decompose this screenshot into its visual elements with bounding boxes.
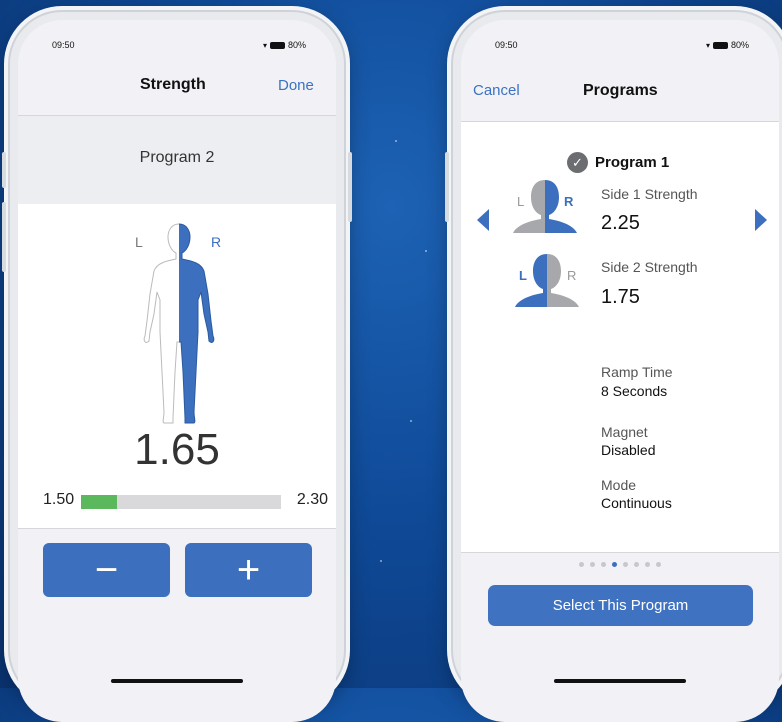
- page-title: Programs: [583, 82, 658, 99]
- range-max-label: 2.30: [296, 491, 328, 508]
- cancel-button[interactable]: Cancel: [473, 82, 520, 99]
- next-program-arrow-icon[interactable]: [755, 209, 767, 231]
- select-program-button[interactable]: Select This Program: [488, 585, 753, 626]
- strength-phone: 09:50 ▾ 80% Strength Done Program 2 L R: [2, 12, 352, 722]
- program-card: ✓ Program 1 L R Side 1 Strength 2.25 L R…: [461, 121, 779, 553]
- increase-button[interactable]: +: [185, 543, 312, 597]
- side1-strength-value: 2.25: [601, 212, 640, 234]
- battery-percent: 80%: [287, 40, 306, 50]
- side2-strength-value: 1.75: [601, 286, 640, 308]
- strength-screen: 09:50 ▾ 80% Strength Done Program 2 L R: [18, 20, 336, 722]
- page-indicator[interactable]: [461, 562, 779, 567]
- side1-right-label: R: [564, 194, 574, 209]
- page-dot[interactable]: [645, 562, 650, 567]
- page-dot[interactable]: [634, 562, 639, 567]
- magnet-value: Disabled: [601, 442, 656, 458]
- strength-value: 1.65: [134, 425, 220, 474]
- page-dot[interactable]: [590, 562, 595, 567]
- magnet-label: Magnet: [601, 424, 648, 440]
- wifi-icon: ▾: [705, 40, 710, 50]
- page-dot[interactable]: [623, 562, 628, 567]
- mode-value: Continuous: [601, 495, 672, 511]
- background-sparkle: [425, 250, 427, 252]
- check-icon: ✓: [567, 152, 588, 173]
- page-title: Strength: [140, 76, 206, 93]
- done-button[interactable]: Done: [278, 77, 314, 94]
- mode-label: Mode: [601, 477, 637, 493]
- side-button: [2, 202, 6, 272]
- body-figure-icon: [143, 223, 215, 424]
- background-sparkle: [410, 420, 412, 422]
- plus-icon: +: [236, 548, 261, 592]
- page-dot[interactable]: [601, 562, 606, 567]
- programs-phone: 09:50 ▾ 80% Cancel Programs ✓ Program 1: [445, 12, 782, 722]
- minus-icon: −: [94, 548, 119, 592]
- home-indicator[interactable]: [111, 679, 243, 683]
- home-indicator[interactable]: [554, 679, 686, 683]
- status-time: 09:50: [495, 40, 518, 50]
- page-dot[interactable]: [656, 562, 661, 567]
- side-button: [445, 152, 449, 222]
- page-dot[interactable]: [612, 562, 617, 567]
- status-bar: 09:50 ▾ 80%: [52, 40, 306, 54]
- battery-percent: 80%: [730, 40, 749, 50]
- side1-left-label: L: [517, 194, 525, 209]
- wifi-icon: ▾: [262, 40, 267, 50]
- ramp-time-value: 8 Seconds: [601, 383, 668, 399]
- side2-strength-label: Side 2 Strength: [601, 259, 698, 275]
- background-sparkle: [395, 140, 397, 142]
- battery-icon: [269, 41, 285, 49]
- decrease-button[interactable]: −: [43, 543, 170, 597]
- previous-program-arrow-icon[interactable]: [477, 209, 489, 231]
- side-button: [2, 152, 6, 188]
- side2-right-label: R: [567, 268, 577, 283]
- page-dot[interactable]: [579, 562, 584, 567]
- background-sparkle: [380, 560, 382, 562]
- status-time: 09:50: [52, 40, 75, 50]
- battery-icon: [712, 41, 728, 49]
- side-button: [348, 152, 352, 222]
- side2-left-label: L: [519, 268, 527, 283]
- range-fill: [81, 495, 117, 509]
- side1-strength-label: Side 1 Strength: [601, 186, 698, 202]
- status-bar: 09:50 ▾ 80%: [495, 40, 749, 54]
- strength-range-bar: [81, 495, 281, 509]
- ramp-time-label: Ramp Time: [601, 364, 673, 380]
- range-min-label: 1.50: [43, 491, 75, 508]
- program-label: Program 2: [139, 149, 215, 166]
- body-panel: L R 1.65: [18, 204, 336, 529]
- programs-screen: 09:50 ▾ 80% Cancel Programs ✓ Program 1: [461, 20, 779, 722]
- program-band: Program 2: [18, 115, 336, 205]
- program-name: Program 1: [595, 154, 670, 171]
